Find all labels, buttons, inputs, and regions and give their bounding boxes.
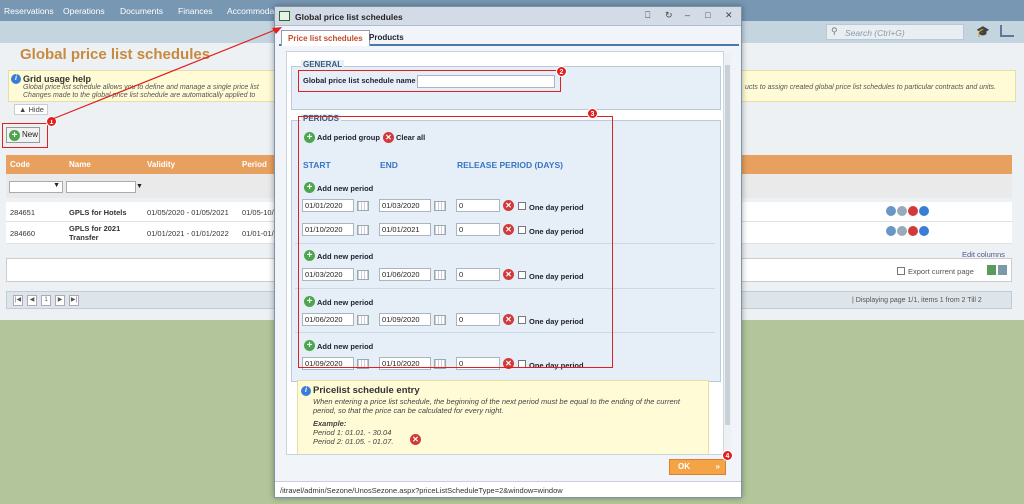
nav-accommodation[interactable]: Accommodat	[227, 6, 277, 16]
help-text-line2: Changes made to the global price list sc…	[23, 92, 256, 99]
row-validity: 01/01/2021 - 01/01/2022	[147, 229, 229, 238]
window-icon	[279, 11, 290, 21]
delete-icon[interactable]	[908, 226, 918, 236]
prev-page-button[interactable]: ◀	[27, 295, 37, 306]
next-page-button[interactable]: ▶	[55, 295, 65, 306]
column-period[interactable]: Period	[242, 160, 267, 169]
search-input[interactable]: ⚲ Search (Ctrl+G)	[826, 24, 964, 40]
row-validity: 01/05/2020 - 01/05/2021	[147, 208, 229, 217]
close-icon[interactable]: ✕	[725, 10, 733, 21]
search-icon: ⚲	[831, 26, 838, 36]
nav-operations[interactable]: Operations	[63, 6, 105, 16]
annotation-badge-2: 2	[556, 66, 567, 77]
dropdown-arrow-icon[interactable]: ▼	[136, 183, 143, 190]
scrollbar-thumb[interactable]	[725, 65, 730, 425]
info-text-line2: period, so that the price can be calcula…	[313, 406, 504, 415]
info-title: Pricelist schedule entry	[313, 385, 420, 396]
column-validity[interactable]: Validity	[147, 160, 175, 169]
annotation-box-3	[298, 116, 613, 368]
annotation-box-1	[2, 123, 48, 148]
ok-label: OK	[678, 462, 690, 471]
dialog-status-bar: /itravel/admin/Sezone/UnosSezone.aspx?pr…	[275, 481, 741, 497]
nav-finances[interactable]: Finances	[178, 6, 213, 16]
gear-icon[interactable]	[886, 226, 896, 236]
nav-reservations[interactable]: Reservations	[4, 6, 54, 16]
export-label: Export current page	[908, 267, 974, 276]
nav-documents[interactable]: Documents	[120, 6, 163, 16]
copy-icon[interactable]	[897, 226, 907, 236]
export-checkbox[interactable]	[897, 267, 905, 275]
column-code[interactable]: Code	[10, 160, 30, 169]
gear-icon[interactable]	[886, 206, 896, 216]
status-url: /itravel/admin/Sezone/UnosSezone.aspx?pr…	[280, 486, 563, 495]
annotation-box-2	[298, 70, 561, 92]
first-page-button[interactable]: |◀	[13, 295, 23, 306]
page-title: Global price list schedules	[20, 46, 211, 63]
last-page-button[interactable]: ▶|	[69, 295, 79, 306]
row-name: GPLS for 2021 Transfer	[69, 224, 121, 242]
dialog-title: Global price list schedules	[295, 12, 403, 22]
more-icon[interactable]	[919, 206, 929, 216]
annotation-badge-4: 4	[722, 450, 733, 461]
bar-chart-icon[interactable]	[1000, 25, 1014, 37]
form-scrollbar[interactable]	[723, 53, 731, 455]
print-icon[interactable]	[998, 265, 1007, 275]
search-placeholder: Search (Ctrl+G)	[845, 28, 905, 38]
pager-info: | Displaying page 1/1, items 1 from 2 Ti…	[852, 297, 982, 304]
annotation-badge-3: 3	[587, 108, 598, 119]
row-actions	[886, 226, 930, 238]
more-icon[interactable]	[919, 226, 929, 236]
example-label: Example:	[313, 419, 347, 428]
pin-icon[interactable]: ⎕	[645, 10, 650, 21]
dropdown-arrow-icon: ▼	[53, 182, 60, 189]
hide-label: Hide	[28, 105, 44, 114]
excel-icon[interactable]	[987, 265, 996, 275]
column-name[interactable]: Name	[69, 160, 91, 169]
help-title: Grid usage help	[23, 74, 92, 84]
row-code: 284651	[10, 208, 36, 217]
maximize-icon[interactable]: □	[705, 10, 710, 20]
graduation-cap-icon[interactable]: 🎓	[976, 25, 990, 38]
info-text-line1: When entering a price list schedule, the…	[313, 397, 680, 406]
info-icon: i	[301, 386, 311, 396]
tab-products[interactable]: Products	[363, 30, 410, 46]
schedule-info-box: i Pricelist schedule entry When entering…	[297, 380, 709, 454]
info-icon: i	[11, 74, 21, 84]
copy-icon[interactable]	[897, 206, 907, 216]
refresh-icon[interactable]: ↻	[665, 10, 673, 21]
example-period-1: Period 1: 01.01. - 30.04	[313, 428, 392, 437]
help-text-right: ucts to assign created global price list…	[745, 84, 996, 91]
example-period-2: Period 2: 01.05. - 01.07.	[313, 437, 394, 446]
filter-code-select[interactable]: ▼	[9, 181, 63, 193]
row-code: 284660	[10, 229, 36, 238]
row-name: GPLS for Hotels	[69, 208, 127, 217]
row-period: 01/01-01/	[242, 229, 274, 238]
filter-name-input[interactable]	[66, 181, 136, 193]
minimize-icon[interactable]: –	[685, 10, 690, 20]
double-chevron-icon: »	[715, 462, 720, 471]
row-period: 01/05-10/	[242, 208, 274, 217]
annotation-badge-1: 1	[46, 116, 57, 127]
tab-price-list-schedules[interactable]: Price list schedules	[281, 30, 370, 46]
hide-help-button[interactable]: ▲ Hide	[14, 104, 48, 115]
row-actions	[886, 206, 930, 218]
delete-icon[interactable]	[908, 206, 918, 216]
page-number[interactable]: 1	[41, 295, 51, 306]
dialog-titlebar[interactable]: Global price list schedules ⎕ ↻ – □ ✕	[275, 7, 741, 26]
ok-button[interactable]: OK »	[669, 459, 726, 475]
help-text-line1: Global price list schedule allows you to…	[23, 84, 259, 91]
dialog-tabs: Price list schedules Products	[279, 28, 739, 46]
general-legend: GENERAL	[301, 60, 345, 69]
error-icon: ✕	[410, 434, 421, 445]
